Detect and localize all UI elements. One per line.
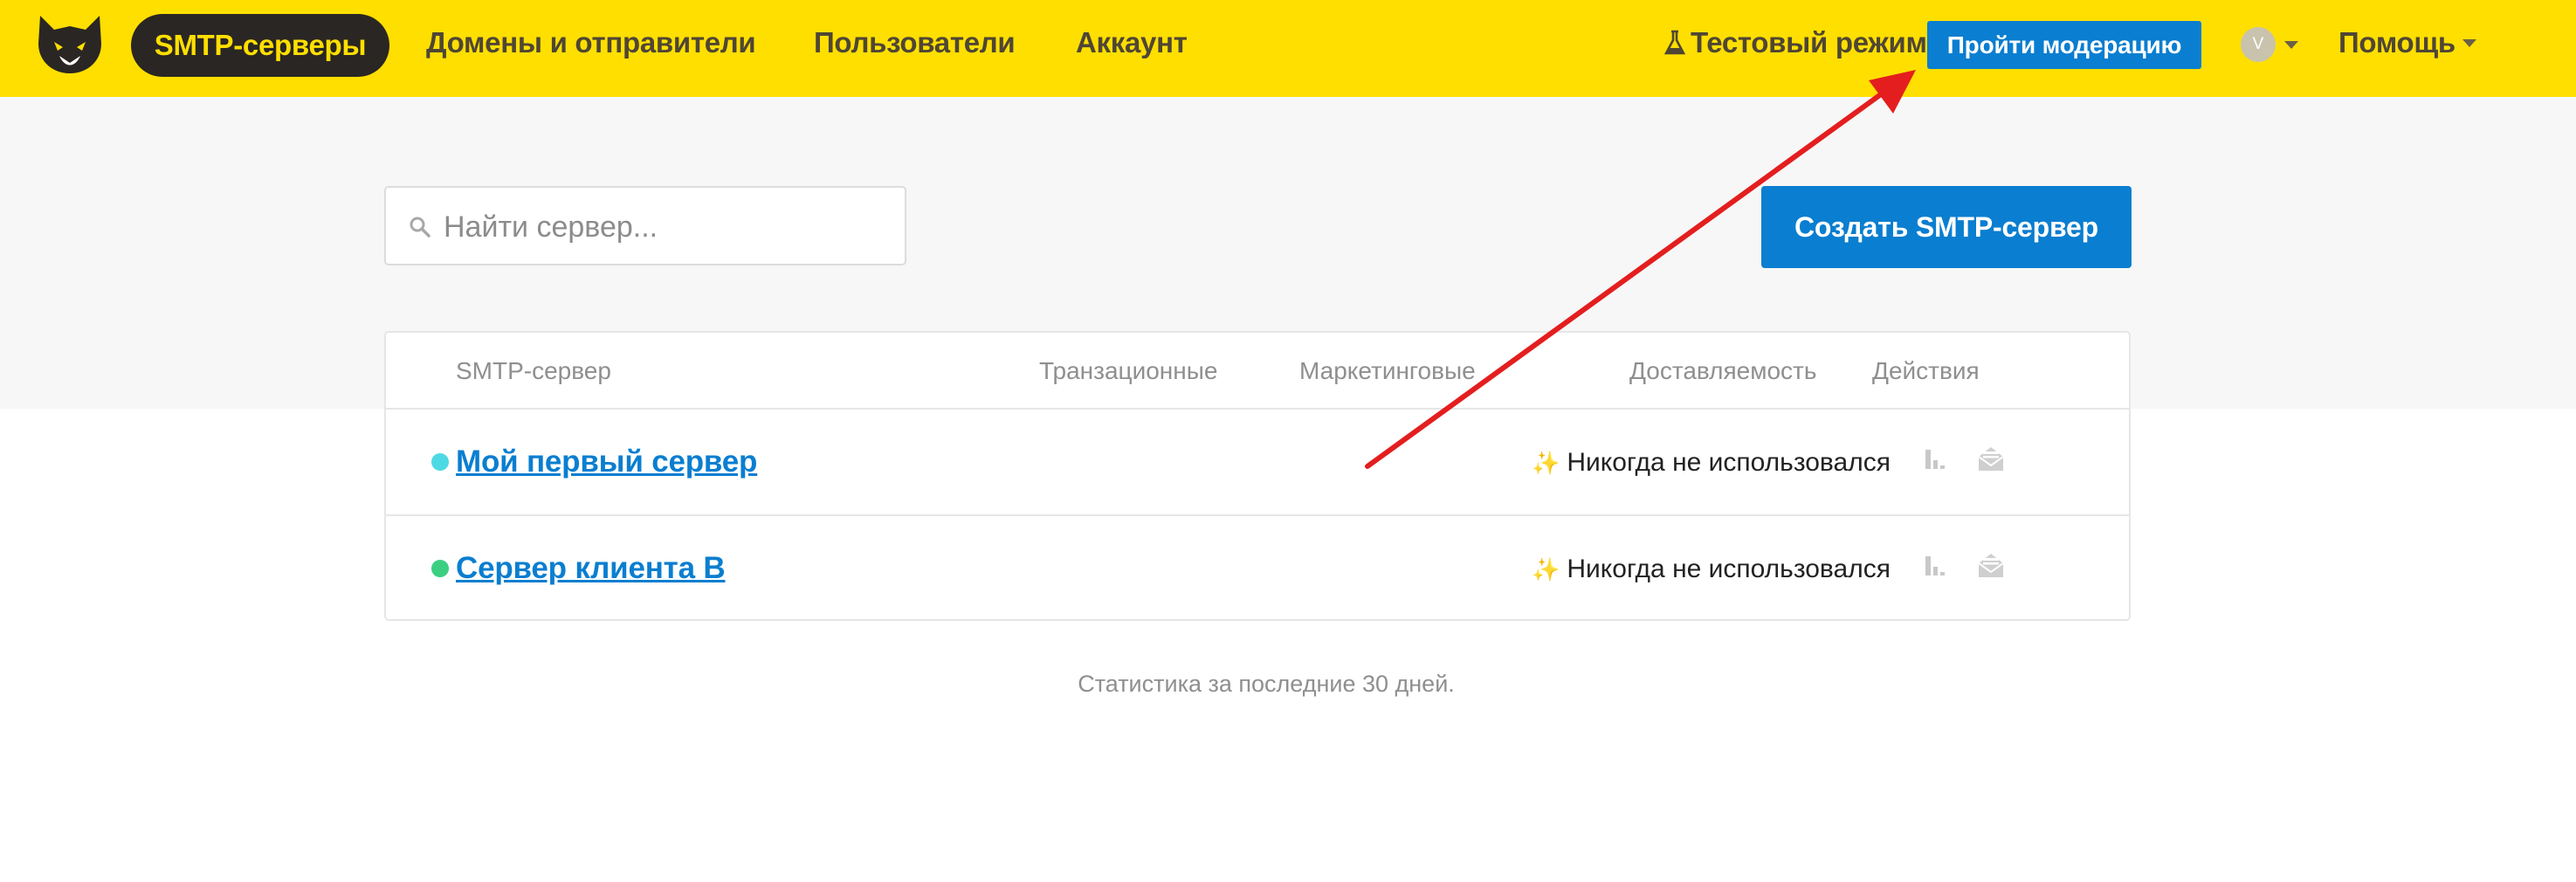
deliverability-label: Никогда не использовался	[1567, 448, 1891, 477]
search-icon	[410, 217, 430, 238]
test-mode-label: Тестовый режим	[1691, 26, 1927, 59]
husky-logo-icon[interactable]	[35, 12, 105, 75]
mail-icon[interactable]	[1977, 551, 2005, 579]
stats-icon[interactable]	[1923, 553, 1947, 579]
chevron-down-icon	[2462, 38, 2476, 47]
create-smtp-server-button[interactable]: Создать SMTP-сервер	[1761, 186, 2132, 268]
status-dot	[431, 560, 449, 577]
sparkles-icon: ✨	[1532, 449, 1560, 476]
nav-users[interactable]: Пользователи	[814, 26, 1016, 59]
deliverability-label: Никогда не использовался	[1567, 555, 1891, 583]
status-dot	[431, 453, 449, 471]
nav-account[interactable]: Аккаунт	[1076, 26, 1188, 59]
flask-icon	[1664, 30, 1685, 55]
server-link[interactable]: Мой первый сервер	[456, 444, 757, 479]
mail-icon[interactable]	[1977, 444, 2005, 472]
column-header-transactional[interactable]: Транзационные	[1039, 357, 1217, 385]
top-navigation-bar: SMTP-серверы Домены и отправители Пользо…	[0, 0, 2576, 97]
stats-period-note: Статистика за последние 30 дней.	[1078, 671, 1455, 697]
nav-smtp-servers[interactable]: SMTP-серверы	[131, 14, 389, 77]
help-label: Помощь	[2338, 26, 2455, 59]
account-menu[interactable]: V	[2241, 27, 2298, 62]
server-link[interactable]: Сервер клиента В	[456, 551, 726, 586]
pass-moderation-button[interactable]: Пройти модерацию	[1927, 21, 2201, 69]
server-search[interactable]	[384, 186, 906, 265]
column-header-marketing[interactable]: Маркетинговые	[1299, 357, 1476, 385]
avatar[interactable]: V	[2241, 27, 2276, 62]
column-header-deliverability[interactable]: Доставляемость	[1629, 357, 1816, 385]
deliverability-status: ✨ Никогда не использовался	[1532, 448, 1891, 478]
table-row: Сервер клиента В ✨ Никогда не использова…	[386, 516, 2129, 621]
sparkles-icon: ✨	[1532, 555, 1560, 582]
column-header-actions: Действия	[1872, 357, 1980, 384]
servers-table: SMTP-сервер Транзационные Маркетинговые …	[384, 331, 2131, 621]
chevron-down-icon	[2284, 40, 2298, 49]
deliverability-status: ✨ Никогда не использовался	[1532, 555, 1891, 584]
help-menu[interactable]: Помощь	[2338, 26, 2476, 59]
table-row: Мой первый сервер ✨ Никогда не использов…	[386, 410, 2129, 514]
stats-icon[interactable]	[1923, 446, 1947, 472]
nav-domains-senders[interactable]: Домены и отправители	[426, 26, 756, 59]
search-input[interactable]	[442, 203, 891, 251]
column-header-smtp-server[interactable]: SMTP-сервер	[456, 357, 611, 385]
test-mode-indicator: Тестовый режим	[1664, 26, 1927, 59]
